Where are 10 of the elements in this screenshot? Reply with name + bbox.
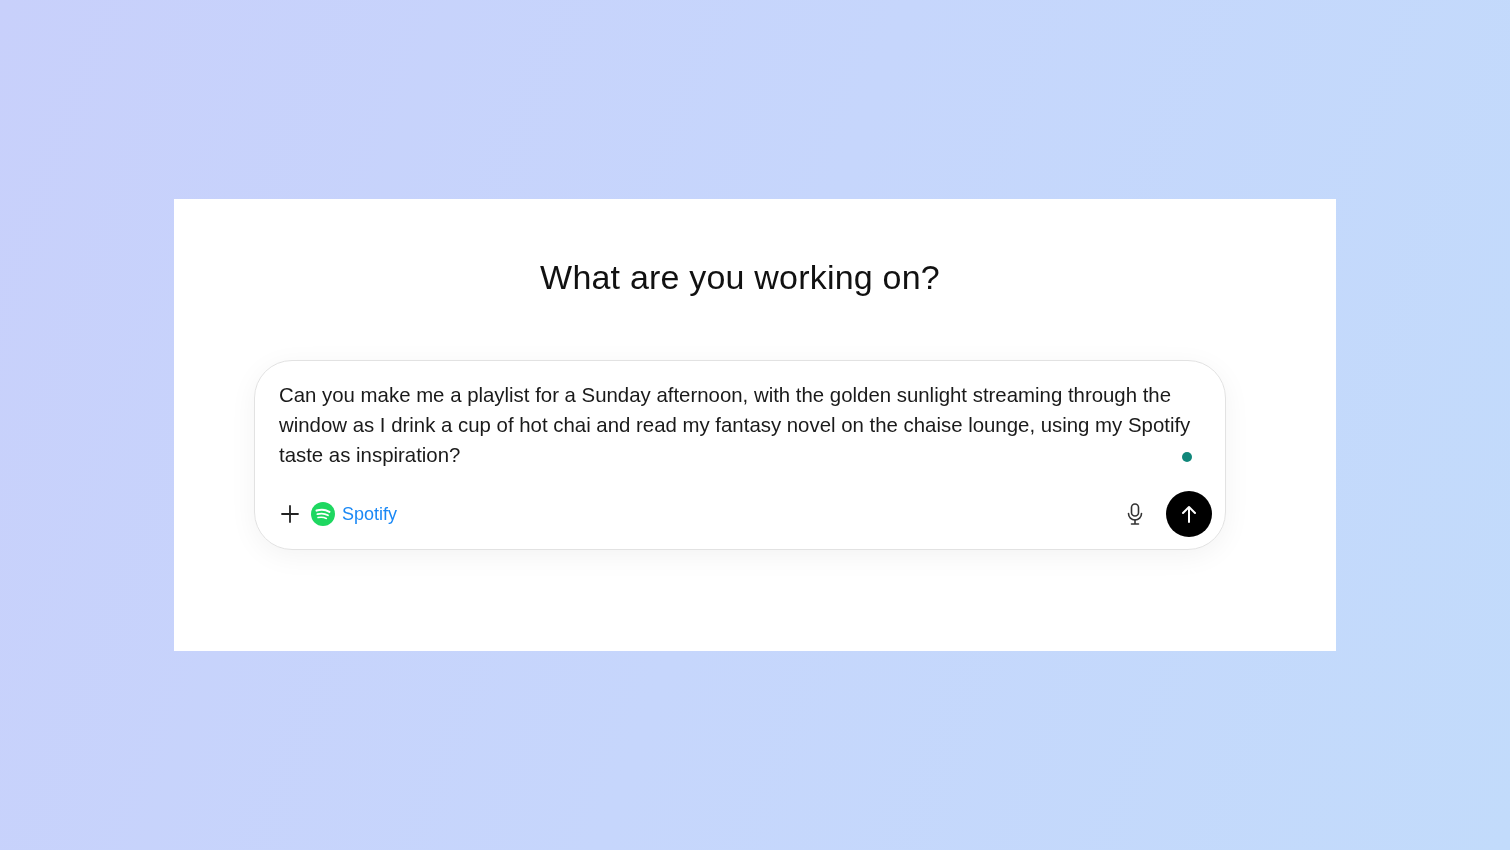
spotify-icon [311, 502, 335, 526]
plus-icon [281, 505, 299, 523]
status-dot-icon [1182, 452, 1192, 462]
send-button[interactable] [1166, 491, 1212, 537]
page-heading: What are you working on? [540, 257, 940, 298]
add-button[interactable] [279, 503, 301, 525]
microphone-icon [1127, 503, 1143, 525]
up-arrow-icon [1181, 505, 1197, 523]
connector-chip[interactable]: Spotify [311, 502, 398, 526]
prompt-input[interactable]: Can you make me a playlist for a Sunday afternoon, with the golden sunlight streaming through the window as I drink a cup of hot chai and read my fantasy novel on the chaise lounge, using my Spotify taste as inspiration? [279, 380, 1217, 470]
